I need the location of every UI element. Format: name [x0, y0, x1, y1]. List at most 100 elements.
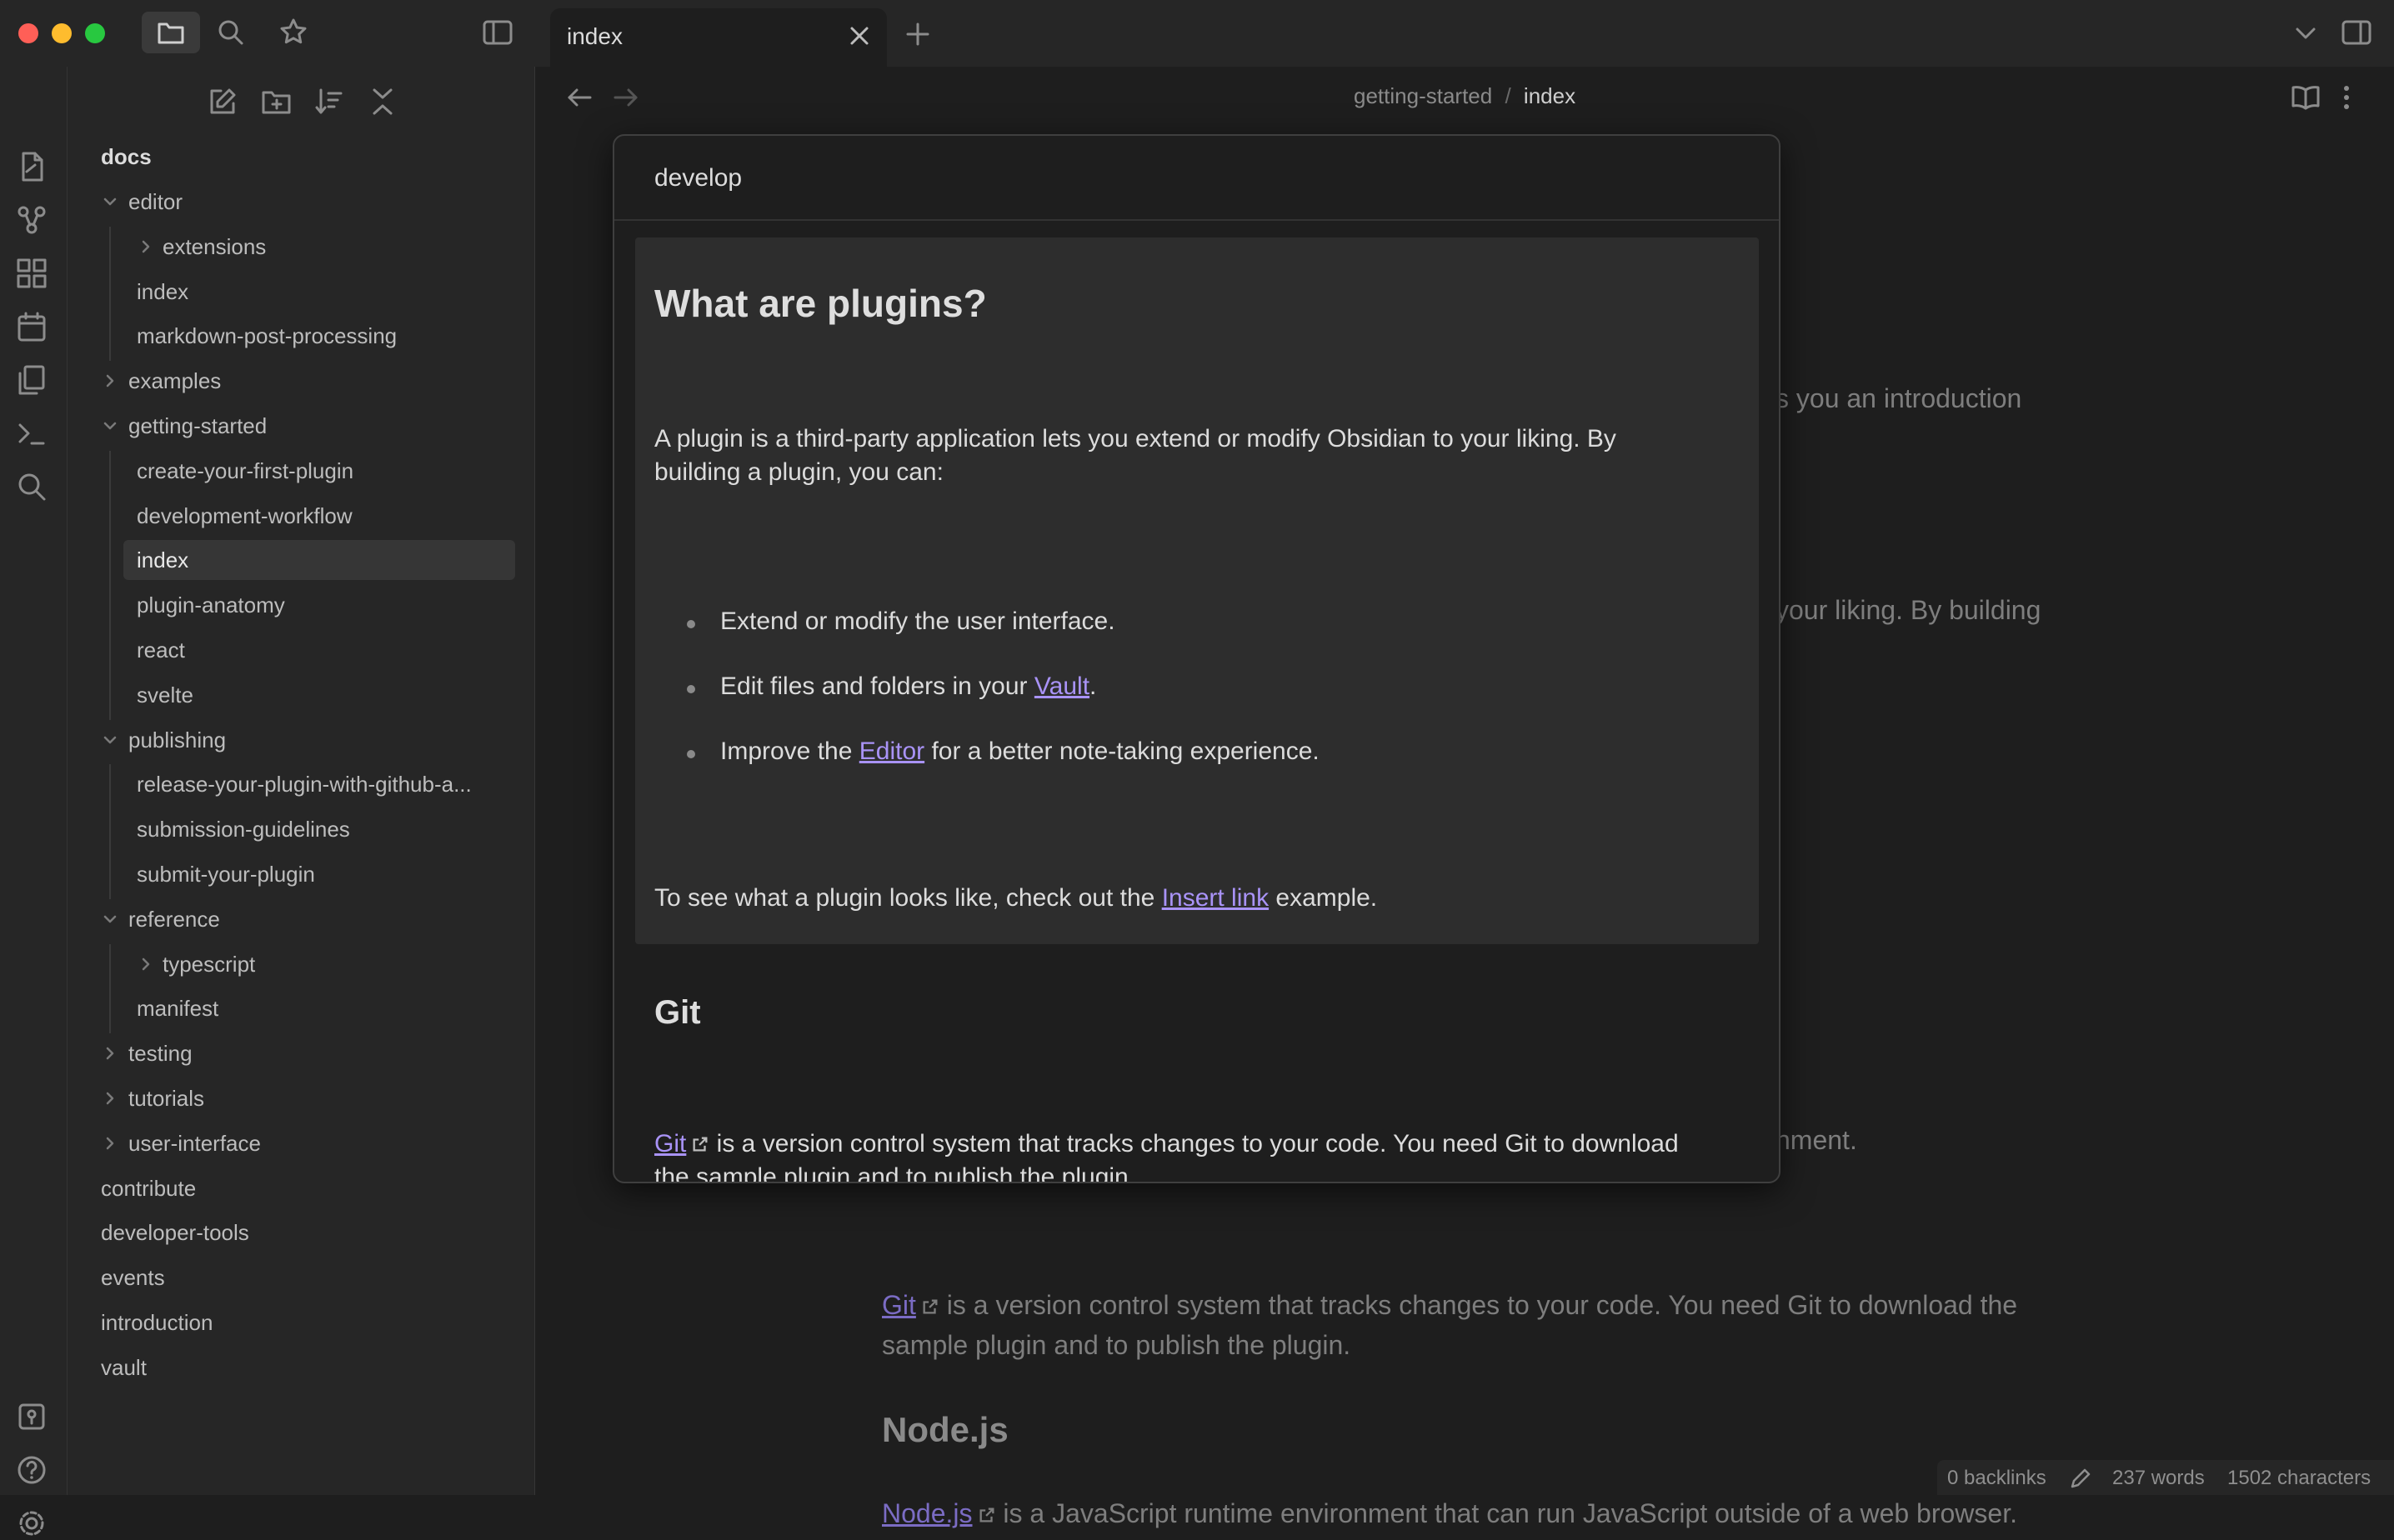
- tree-item-label: events: [101, 1265, 165, 1290]
- file-vault[interactable]: vault: [101, 1348, 147, 1388]
- file-developer-tools[interactable]: developer-tools: [101, 1212, 249, 1252]
- status-bar: 0 backlinks 237 words 1502 characters: [1937, 1460, 2394, 1495]
- tree-item-label: svelte: [137, 682, 193, 708]
- tree-item-label: manifest: [137, 996, 219, 1021]
- tab-list-chevron-down-icon[interactable]: [2294, 25, 2317, 42]
- chevron-right-icon[interactable]: [102, 1135, 118, 1152]
- chevron-right-icon[interactable]: [138, 238, 154, 255]
- folder-user-interface[interactable]: user-interface: [128, 1123, 261, 1163]
- templates-icon[interactable]: [15, 363, 48, 397]
- folder-publishing[interactable]: publishing: [128, 720, 226, 760]
- file-contribute[interactable]: contribute: [101, 1168, 196, 1208]
- folder-typescript[interactable]: typescript: [163, 944, 255, 984]
- toggle-right-sidebar-icon[interactable]: [2341, 18, 2372, 47]
- bullet-item: Improve the Editor for a better note-tak…: [720, 735, 1320, 768]
- file-index[interactable]: index: [123, 540, 515, 580]
- vault-root-folder[interactable]: docs: [101, 137, 152, 177]
- vault-switcher-icon[interactable]: [15, 1400, 48, 1433]
- chevron-right-icon[interactable]: [102, 1090, 118, 1107]
- new-tab-icon[interactable]: [905, 22, 930, 47]
- tree-item-label: developer-tools: [101, 1220, 249, 1245]
- file-submit-your-plugin[interactable]: submit-your-plugin: [137, 854, 315, 894]
- close-window-button[interactable]: [18, 23, 38, 43]
- file-index[interactable]: index: [137, 272, 188, 312]
- navigate-back-arrow-icon[interactable]: [565, 85, 593, 110]
- breadcrumb-current[interactable]: index: [1524, 83, 1575, 108]
- navigate-forward-arrow-icon[interactable]: [612, 85, 640, 110]
- file-introduction[interactable]: introduction: [101, 1302, 213, 1342]
- star-icon[interactable]: [278, 17, 308, 47]
- close-tab-icon[interactable]: [849, 25, 870, 47]
- more-options-icon[interactable]: [2341, 83, 2352, 112]
- tree-item-label: create-your-first-plugin: [137, 458, 354, 483]
- minimize-window-button[interactable]: [52, 23, 72, 43]
- chevron-down-icon[interactable]: [102, 732, 118, 748]
- vault-link[interactable]: Vault: [1034, 672, 1089, 700]
- search-icon[interactable]: [217, 18, 245, 47]
- file-create-your-first-plugin[interactable]: create-your-first-plugin: [137, 451, 353, 491]
- file-react[interactable]: react: [137, 630, 185, 670]
- file-events[interactable]: events: [101, 1258, 165, 1298]
- file-release-your-plugin-with-github-a-[interactable]: release-your-plugin-with-github-a...: [137, 764, 472, 804]
- reading-view-book-icon[interactable]: [2291, 83, 2321, 112]
- file-markdown-post-processing[interactable]: markdown-post-processing: [137, 316, 397, 356]
- help-icon[interactable]: [15, 1453, 48, 1487]
- canvas-icon[interactable]: [15, 257, 48, 290]
- folder-editor[interactable]: editor: [128, 182, 183, 222]
- git-link[interactable]: Git: [882, 1290, 916, 1320]
- git-paragraph-continued: the sample plugin and to publish the plu…: [654, 1163, 1136, 1183]
- tree-item-label: examples: [128, 368, 222, 393]
- files-view-button[interactable]: [142, 12, 200, 53]
- calendar-icon[interactable]: [15, 310, 48, 343]
- bullet-text: for a better note-taking experience.: [924, 738, 1320, 765]
- hover-preview-popover[interactable]: develop What are plugins? A plugin is a …: [613, 134, 1780, 1183]
- file-plugin-anatomy[interactable]: plugin-anatomy: [137, 585, 285, 625]
- file-development-workflow[interactable]: development-workflow: [137, 496, 353, 536]
- tree-item-label: publishing: [128, 728, 227, 752]
- nodejs-link[interactable]: Node.js: [882, 1498, 973, 1528]
- tree-item-label: reference: [128, 907, 220, 932]
- chevron-right-icon[interactable]: [138, 956, 154, 972]
- editor-link[interactable]: Editor: [859, 738, 924, 765]
- edit-pencil-icon[interactable]: [2069, 1467, 2092, 1490]
- file-svelte[interactable]: svelte: [137, 675, 193, 715]
- note-heading-nodejs: Node.js: [882, 1410, 1009, 1449]
- folder-testing[interactable]: testing: [128, 1033, 193, 1073]
- word-count: 237 words: [2112, 1467, 2205, 1489]
- terminal-icon[interactable]: [15, 417, 48, 450]
- folder-reference[interactable]: reference: [128, 899, 220, 939]
- intro-line: building a plugin, you can:: [654, 458, 944, 486]
- chevron-down-icon[interactable]: [102, 193, 118, 210]
- chevron-down-icon[interactable]: [102, 911, 118, 928]
- folder-extensions[interactable]: extensions: [163, 227, 266, 267]
- breadcrumb-parent[interactable]: getting-started: [1354, 83, 1492, 108]
- insert-link-link[interactable]: Insert link: [1162, 884, 1269, 912]
- external-link-icon: [693, 1137, 708, 1152]
- folder-tutorials[interactable]: tutorials: [128, 1078, 204, 1118]
- settings-gear-icon[interactable]: [15, 1507, 48, 1540]
- open-quick-switcher-icon[interactable]: [15, 150, 48, 183]
- chevron-right-icon[interactable]: [102, 1045, 118, 1062]
- title-bar: index: [0, 0, 2394, 68]
- note-text-fragment: s you an introduction: [1775, 383, 2022, 413]
- git-link[interactable]: Git: [654, 1130, 686, 1158]
- toggle-left-sidebar-icon[interactable]: [482, 18, 513, 47]
- tree-item-label: contribute: [101, 1176, 197, 1201]
- tree-item-label: markdown-post-processing: [137, 323, 398, 348]
- bullet-dot: [687, 750, 695, 758]
- folder-getting-started[interactable]: getting-started: [128, 406, 267, 446]
- backlinks-count[interactable]: 0 backlinks: [1947, 1467, 2046, 1490]
- graph-view-icon[interactable]: [15, 203, 48, 237]
- folder-examples[interactable]: examples: [128, 361, 221, 401]
- file-submission-guidelines[interactable]: submission-guidelines: [137, 809, 350, 849]
- tree-item-label: submission-guidelines: [137, 817, 350, 842]
- file-manifest[interactable]: manifest: [137, 988, 218, 1028]
- bullet-text: Improve the: [720, 738, 859, 765]
- chevron-down-icon[interactable]: [102, 418, 118, 434]
- chevron-right-icon[interactable]: [102, 372, 118, 389]
- intro-line: A plugin is a third-party application le…: [654, 425, 1616, 452]
- search-icon[interactable]: [15, 470, 48, 503]
- zoom-window-button[interactable]: [85, 23, 105, 43]
- tree-item-label: react: [137, 638, 185, 662]
- popover-title: develop: [654, 164, 743, 192]
